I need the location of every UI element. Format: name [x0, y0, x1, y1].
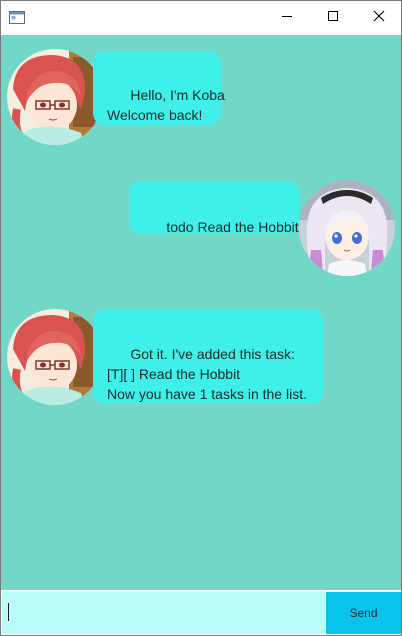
chat-area[interactable]: Hello, I'm Koba Welcome back! todo Read …: [1, 35, 401, 590]
message-input[interactable]: [2, 591, 325, 634]
message-bubble-bot: Got it. I've added this task: [T][ ] Rea…: [93, 309, 323, 404]
kanna-avatar: [299, 180, 395, 276]
title-bar: [1, 1, 401, 35]
koba-avatar: [7, 309, 103, 405]
send-button[interactable]: Send: [326, 592, 401, 634]
text-caret: [8, 603, 9, 621]
maximize-button[interactable]: [310, 1, 356, 35]
minimize-icon: [281, 9, 293, 27]
app-window: Hello, I'm Koba Welcome back! todo Read …: [0, 0, 402, 636]
close-icon: [373, 9, 385, 27]
minimize-button[interactable]: [264, 1, 310, 35]
app-window-icon: [9, 11, 25, 24]
close-button[interactable]: [356, 1, 401, 35]
maximize-icon: [327, 9, 339, 27]
input-bar: Send: [1, 590, 401, 635]
message-text: todo Read the Hobbit: [166, 219, 299, 235]
message-bubble-user: todo Read the Hobbit: [129, 181, 299, 235]
koba-avatar: [7, 49, 103, 145]
message-text: Got it. I've added this task: [T][ ] Rea…: [107, 346, 307, 402]
message-bubble-bot: Hello, I'm Koba Welcome back!: [93, 51, 225, 125]
message-text: Hello, I'm Koba Welcome back!: [107, 87, 225, 123]
